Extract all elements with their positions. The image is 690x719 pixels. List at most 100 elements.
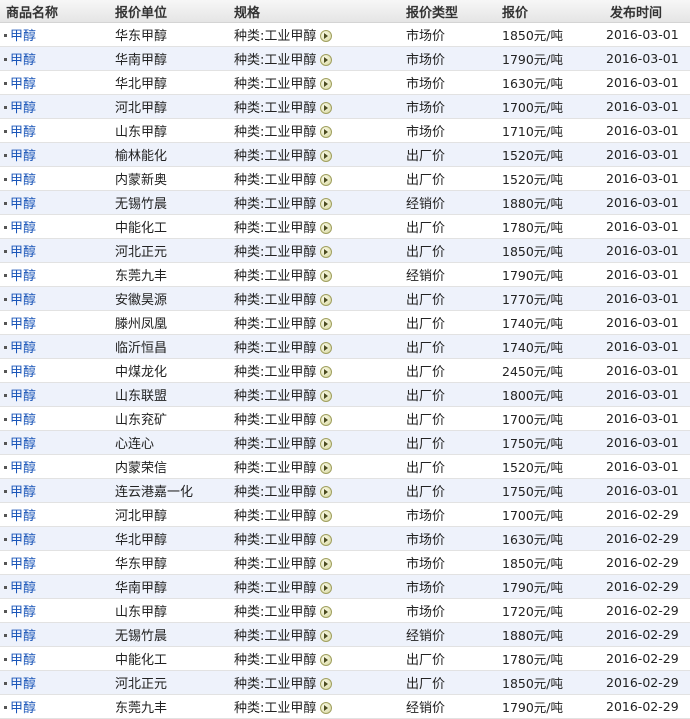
table-row: 甲醇 华南甲醇 种类:工业甲醇 市场价 1790元/吨 2016-03-01	[0, 46, 690, 71]
product-name-link[interactable]: 甲醇	[10, 341, 36, 356]
price-cell: 2450元/吨	[502, 358, 606, 383]
go-arrow-icon[interactable]	[320, 125, 333, 138]
go-arrow-icon[interactable]	[320, 413, 333, 426]
go-arrow-icon[interactable]	[320, 677, 333, 690]
go-arrow-icon[interactable]	[320, 53, 333, 66]
bullet-icon	[4, 202, 7, 205]
product-name-link[interactable]: 甲醇	[10, 701, 36, 716]
product-name-cell: 甲醇	[0, 70, 115, 95]
product-name-link[interactable]: 甲醇	[10, 269, 36, 284]
header-publish-date: 发布时间	[606, 0, 690, 23]
go-arrow-icon[interactable]	[320, 509, 333, 522]
price-cell: 1780元/吨	[502, 214, 606, 239]
go-arrow-icon[interactable]	[320, 365, 333, 378]
go-arrow-icon[interactable]	[320, 29, 333, 42]
go-arrow-icon[interactable]	[320, 653, 333, 666]
product-name-link[interactable]: 甲醇	[10, 581, 36, 596]
spec-text: 种类:工业甲醇	[234, 701, 317, 716]
product-name-link[interactable]: 甲醇	[10, 509, 36, 524]
go-arrow-icon[interactable]	[320, 629, 333, 642]
product-name-link[interactable]: 甲醇	[10, 101, 36, 116]
go-arrow-icon[interactable]	[320, 701, 333, 714]
go-arrow-icon[interactable]	[320, 197, 333, 210]
go-arrow-icon[interactable]	[320, 605, 333, 618]
spec-text: 种类:工业甲醇	[234, 389, 317, 404]
go-arrow-icon[interactable]	[320, 293, 333, 306]
product-name-link[interactable]: 甲醇	[10, 677, 36, 692]
go-arrow-icon[interactable]	[320, 557, 333, 570]
quote-unit-cell: 河北甲醇	[115, 94, 234, 119]
go-arrow-icon[interactable]	[320, 461, 333, 474]
go-arrow-icon[interactable]	[320, 341, 333, 354]
product-name-link[interactable]: 甲醇	[10, 653, 36, 668]
product-name-link[interactable]: 甲醇	[10, 533, 36, 548]
quote-type-cell: 出厂价	[406, 358, 502, 383]
go-arrow-icon[interactable]	[320, 101, 333, 114]
bullet-icon	[4, 634, 7, 637]
go-arrow-icon[interactable]	[320, 437, 333, 450]
go-arrow-icon[interactable]	[320, 221, 333, 234]
go-arrow-icon[interactable]	[320, 533, 333, 546]
table-row: 甲醇 华东甲醇 种类:工业甲醇 市场价 1850元/吨 2016-03-01	[0, 22, 690, 47]
product-name-link[interactable]: 甲醇	[10, 125, 36, 140]
product-name-link[interactable]: 甲醇	[10, 149, 36, 164]
spec-cell: 种类:工业甲醇	[234, 670, 406, 695]
product-name-link[interactable]: 甲醇	[10, 365, 36, 380]
product-name-link[interactable]: 甲醇	[10, 173, 36, 188]
product-name-link[interactable]: 甲醇	[10, 605, 36, 620]
bullet-icon	[4, 82, 7, 85]
product-name-cell: 甲醇	[0, 454, 115, 479]
product-name-link[interactable]: 甲醇	[10, 557, 36, 572]
spec-text: 种类:工业甲醇	[234, 125, 317, 140]
bullet-icon	[4, 706, 7, 709]
quote-type-cell: 出厂价	[406, 166, 502, 191]
product-name-link[interactable]: 甲醇	[10, 437, 36, 452]
spec-text: 种类:工业甲醇	[234, 317, 317, 332]
publish-date-cell: 2016-03-01	[606, 454, 690, 479]
product-name-link[interactable]: 甲醇	[10, 29, 36, 44]
table-header: 商品名称 报价单位 规格 报价类型 报价 发布时间	[0, 0, 690, 23]
product-name-link[interactable]: 甲醇	[10, 245, 36, 260]
quote-type-cell: 市场价	[406, 502, 502, 527]
bullet-icon	[4, 394, 7, 397]
quote-type-cell: 出厂价	[406, 454, 502, 479]
spec-text: 种类:工业甲醇	[234, 677, 317, 692]
spec-cell: 种类:工业甲醇	[234, 70, 406, 95]
go-arrow-icon[interactable]	[320, 317, 333, 330]
product-name-cell: 甲醇	[0, 190, 115, 215]
product-name-link[interactable]: 甲醇	[10, 317, 36, 332]
go-arrow-icon[interactable]	[320, 245, 333, 258]
table-row: 甲醇 东莞九丰 种类:工业甲醇 经销价 1790元/吨 2016-03-01	[0, 262, 690, 287]
product-name-link[interactable]: 甲醇	[10, 197, 36, 212]
publish-date-cell: 2016-03-01	[606, 382, 690, 407]
product-name-link[interactable]: 甲醇	[10, 221, 36, 236]
product-name-link[interactable]: 甲醇	[10, 53, 36, 68]
price-cell: 1800元/吨	[502, 382, 606, 407]
header-spec: 规格	[234, 0, 406, 23]
product-name-cell: 甲醇	[0, 238, 115, 263]
go-arrow-icon[interactable]	[320, 389, 333, 402]
price-cell: 1790元/吨	[502, 262, 606, 287]
go-arrow-icon[interactable]	[320, 485, 333, 498]
table-row: 甲醇 中能化工 种类:工业甲醇 出厂价 1780元/吨 2016-03-01	[0, 214, 690, 239]
product-name-link[interactable]: 甲醇	[10, 485, 36, 500]
quote-unit-cell: 中能化工	[115, 214, 234, 239]
product-name-link[interactable]: 甲醇	[10, 629, 36, 644]
product-name-link[interactable]: 甲醇	[10, 389, 36, 404]
product-name-link[interactable]: 甲醇	[10, 461, 36, 476]
go-arrow-icon[interactable]	[320, 269, 333, 282]
spec-text: 种类:工业甲醇	[234, 509, 317, 524]
product-name-link[interactable]: 甲醇	[10, 413, 36, 428]
go-arrow-icon[interactable]	[320, 173, 333, 186]
price-cell: 1700元/吨	[502, 502, 606, 527]
bullet-icon	[4, 106, 7, 109]
go-arrow-icon[interactable]	[320, 149, 333, 162]
product-name-link[interactable]: 甲醇	[10, 77, 36, 92]
product-name-cell: 甲醇	[0, 382, 115, 407]
go-arrow-icon[interactable]	[320, 77, 333, 90]
spec-text: 种类:工业甲醇	[234, 485, 317, 500]
product-name-cell: 甲醇	[0, 598, 115, 623]
product-name-link[interactable]: 甲醇	[10, 293, 36, 308]
go-arrow-icon[interactable]	[320, 581, 333, 594]
price-cell: 1880元/吨	[502, 190, 606, 215]
